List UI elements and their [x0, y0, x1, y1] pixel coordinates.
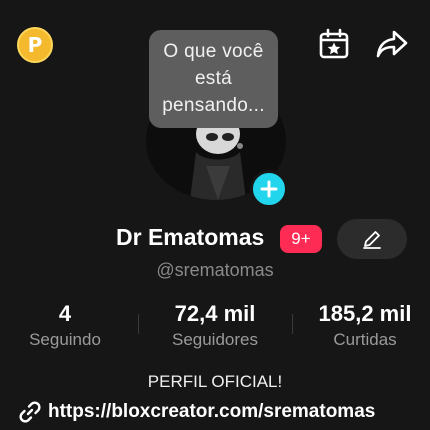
share-button[interactable] — [372, 26, 412, 62]
bio-link[interactable]: https://bloxcreator.com/srematomas — [18, 400, 375, 424]
note-bubble[interactable]: O que você está pensando... — [149, 30, 278, 128]
calendar-star-icon — [319, 28, 349, 59]
stat-label: Seguindo — [29, 330, 101, 349]
stat-divider — [292, 314, 293, 334]
coin-icon[interactable]: P — [17, 27, 53, 63]
stat-label: Curtidas — [333, 330, 397, 349]
stat-following[interactable]: 4 Seguindo — [10, 300, 120, 352]
pencil-icon — [363, 231, 381, 249]
share-arrow-icon — [376, 30, 408, 58]
stats-row: 4 Seguindo 72,4 mil Seguidores 185,2 mil… — [0, 300, 430, 356]
add-story-button[interactable] — [250, 170, 288, 208]
stat-likes[interactable]: 185,2 mil Curtidas — [300, 300, 430, 352]
edit-profile-button[interactable] — [337, 219, 407, 259]
notification-badge[interactable]: 9+ — [280, 225, 322, 253]
coin-letter: P — [27, 33, 43, 57]
note-bubble-text: O que você está pensando... — [162, 41, 265, 116]
calendar-star-button[interactable] — [314, 26, 354, 62]
username: @srematomas — [156, 260, 274, 280]
bio-link-text[interactable]: https://bloxcreator.com/srematomas — [48, 401, 375, 423]
plus-icon — [260, 180, 278, 198]
stat-value: 185,2 mil — [318, 301, 412, 326]
link-icon — [19, 401, 41, 423]
display-name: Dr Ematomas — [116, 224, 265, 250]
username-row: @srematomas — [0, 260, 430, 281]
bio-text: PERFIL OFICIAL! — [147, 372, 283, 391]
stat-value: 72,4 mil — [174, 301, 256, 326]
stat-followers[interactable]: 72,4 mil Seguidores — [150, 300, 280, 352]
stat-value: 4 — [58, 301, 72, 326]
stat-divider — [138, 314, 139, 334]
stat-label: Seguidores — [171, 330, 258, 349]
